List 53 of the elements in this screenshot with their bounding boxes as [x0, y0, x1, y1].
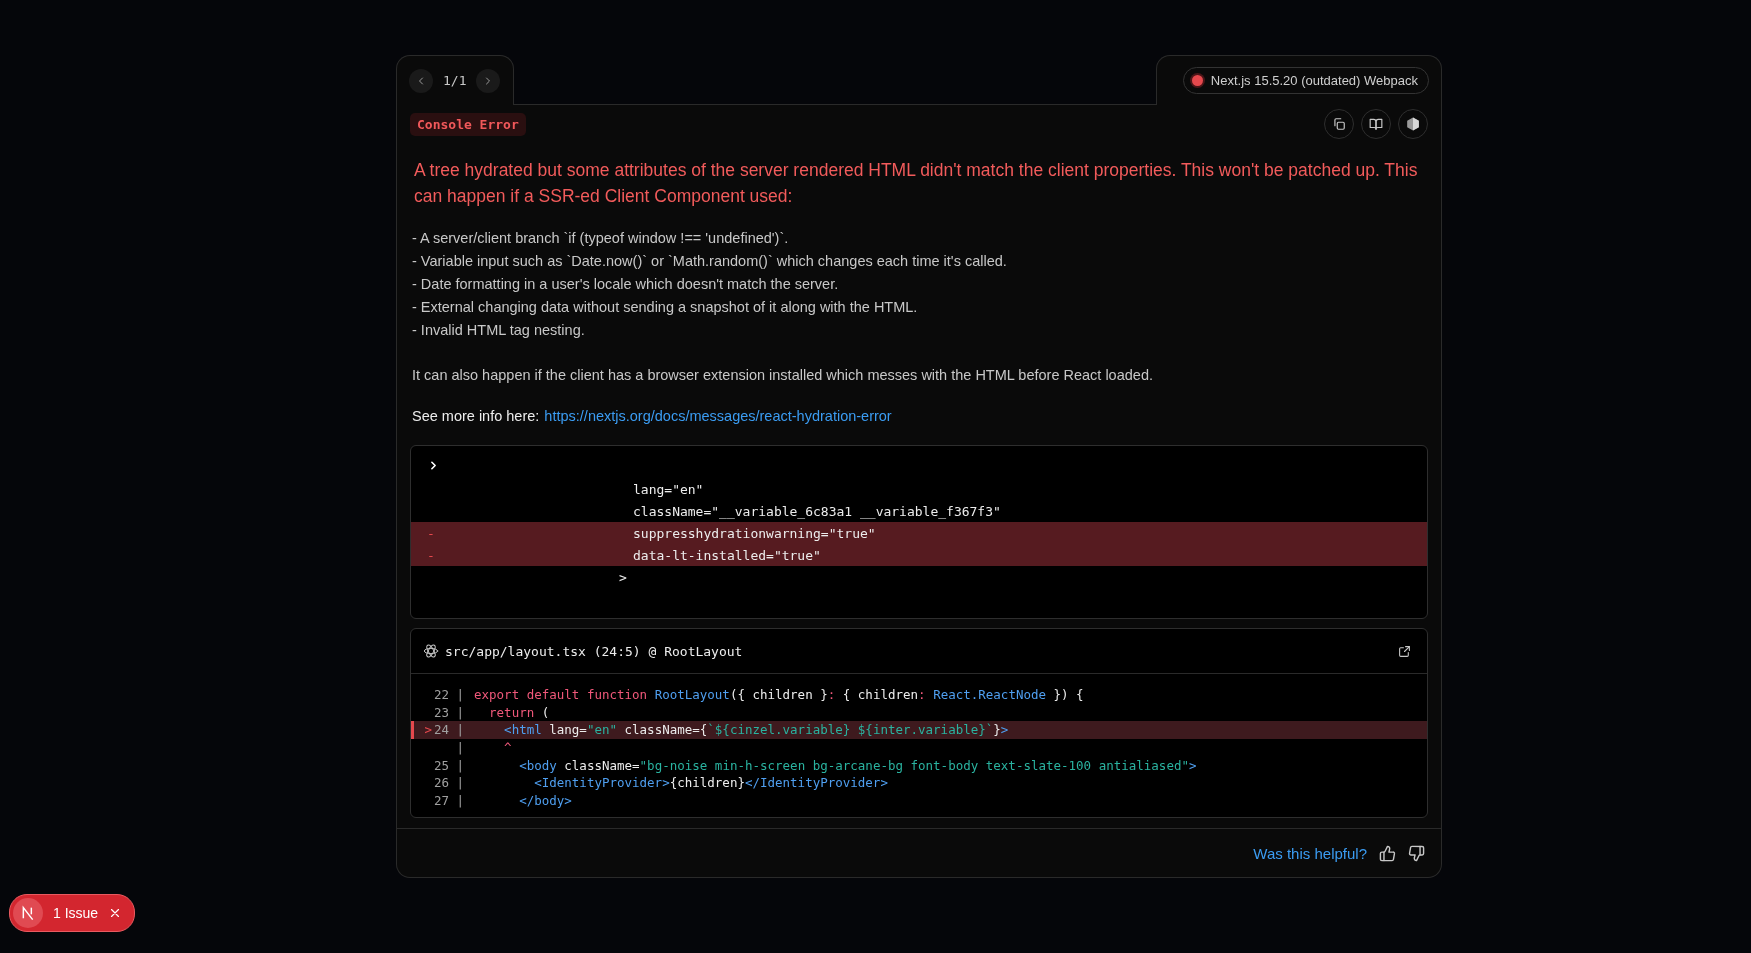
code-text: ^	[503, 740, 512, 756]
line-number: 24 |	[432, 722, 464, 738]
line-number: |	[455, 740, 464, 756]
line-number: 25 |	[432, 757, 464, 773]
diff-text: >	[619, 569, 627, 585]
extension-note: It can also happen if the client has a browser extension installed which messes with the HTML before React loaded.	[412, 366, 1154, 385]
docs-button[interactable]	[1361, 109, 1391, 139]
line-marker: >	[424, 722, 432, 738]
inspect-button[interactable]	[1398, 109, 1428, 139]
error-message: A tree hydrated but some attributes of the server rendered HTML didn't match the client properties. This won't be patched up. This can happen if a SSR-ed Client Component used:	[414, 159, 1419, 208]
more-info-label: See more info here:	[412, 407, 540, 426]
page-counter: 1/1	[442, 73, 468, 88]
line-number: 26 |	[432, 775, 464, 791]
diff-text: className="__variable_6c83a1 __variable_f367f3"	[633, 503, 1001, 519]
atom-icon	[423, 643, 439, 659]
thumbs-up-button[interactable]	[1379, 844, 1396, 862]
issue-count: 1 Issue	[53, 905, 99, 921]
thumbs-down-button[interactable]	[1408, 844, 1425, 862]
code-text: export default function RootLayout({ children }: { children: React.ReactNode }) {	[474, 687, 1084, 703]
minus-sign: -	[427, 547, 435, 563]
minus-sign: -	[427, 525, 435, 541]
cause-item: - A server/client branch `if (typeof window !== 'undefined')`.	[412, 229, 790, 248]
open-in-editor-button[interactable]	[1398, 644, 1411, 658]
code-text: <html lang="en" className={`${cinzel.variable} ${inter.variable}`}>	[503, 722, 1009, 738]
line-number: 23 |	[432, 704, 464, 720]
code-text: return (	[488, 704, 550, 720]
thumbs-down-icon	[1408, 844, 1425, 862]
diff-text: lang="en"	[633, 481, 704, 497]
external-link-icon	[1398, 644, 1411, 658]
diff-text: suppresshydrationwarning="true"	[633, 525, 876, 541]
cause-item: - Invalid HTML tag nesting.	[412, 321, 586, 340]
version-label: Next.js 15.5.20 (outdated) Webpack	[1210, 73, 1418, 88]
error-type-label: Console Error	[410, 112, 526, 136]
copy-icon	[1332, 117, 1346, 131]
line-number: 22 |	[432, 687, 464, 703]
thumbs-up-icon	[1379, 844, 1396, 862]
issues-badge[interactable]: 1 Issue	[9, 894, 136, 932]
code-text: <IdentityProvider>{children}</IdentityProvider>	[533, 775, 888, 791]
code-text: <body className="bg-noise min-h-screen bg-arcane-bg font-body text-slate-100 antialiased">	[518, 757, 1197, 773]
line-number: 27 |	[432, 792, 464, 808]
docs-link[interactable]: https://nextjs.org/docs/messages/react-hydration-error	[544, 405, 892, 427]
diff-text: data-lt-installed="true"	[633, 547, 821, 563]
file-location: src/app/layout.tsx (24:5) @ RootLayout	[445, 643, 743, 659]
logo-icon	[13, 898, 43, 928]
cause-item: - External changing data without sending a snapshot of it along with the HTML.	[412, 298, 919, 317]
code-text: </body>	[518, 792, 572, 808]
cause-item: - Variable input such as `Date.now()` or `Math.random()` which changes each time it's called.	[412, 252, 1008, 271]
copy-button[interactable]	[1324, 109, 1354, 139]
hexagon-icon	[1406, 117, 1420, 131]
status-dot	[1191, 75, 1203, 86]
book-icon	[1369, 117, 1383, 131]
cause-item: - Date formatting in a user's locale which doesn't match the server.	[412, 275, 840, 294]
feedback-question: Was this helpful?	[1253, 844, 1367, 862]
